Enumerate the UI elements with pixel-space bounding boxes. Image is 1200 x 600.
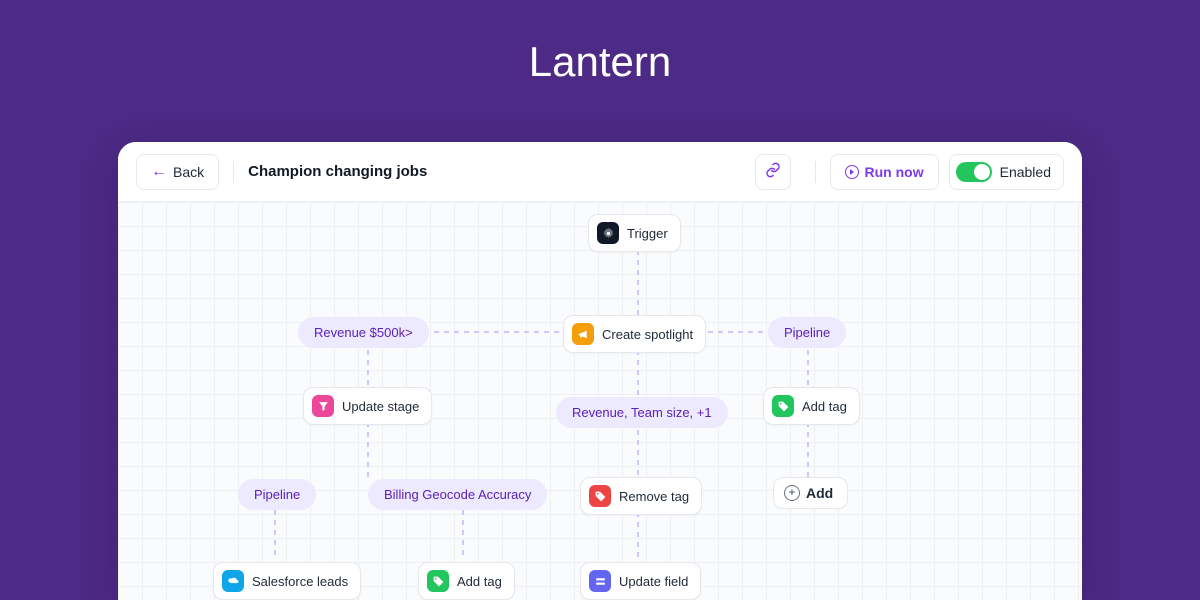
- add-label: Add: [806, 485, 833, 501]
- node-add-tag[interactable]: Add tag: [763, 387, 860, 425]
- workflow-title: Champion changing jobs: [248, 163, 427, 180]
- node-update-stage[interactable]: Update stage: [303, 387, 432, 425]
- node-salesforce-leads[interactable]: Salesforce leads: [213, 562, 361, 600]
- tag-plus-icon: [772, 395, 794, 417]
- node-trigger[interactable]: Trigger: [588, 214, 681, 252]
- salesforce-icon: [222, 570, 244, 592]
- plus-circle-icon: +: [784, 485, 800, 501]
- node-label: Salesforce leads: [252, 574, 348, 589]
- run-label: Run now: [865, 164, 924, 180]
- node-label: Create spotlight: [602, 327, 693, 342]
- gear-icon: [597, 222, 619, 244]
- divider: [233, 161, 234, 183]
- pill-billing[interactable]: Billing Geocode Accuracy: [368, 479, 547, 510]
- pill-pipeline-2[interactable]: Pipeline: [238, 479, 316, 510]
- field-icon: [589, 570, 611, 592]
- back-button[interactable]: ← Back: [136, 154, 219, 190]
- pill-revenue-team[interactable]: Revenue, Team size, +1: [556, 397, 728, 428]
- tag-minus-icon: [589, 485, 611, 507]
- pill-revenue-500k[interactable]: Revenue $500k>: [298, 317, 429, 348]
- filter-icon: [312, 395, 334, 417]
- link-button[interactable]: [755, 154, 791, 190]
- run-now-button[interactable]: Run now: [830, 154, 939, 190]
- node-label: Add tag: [457, 574, 502, 589]
- app-window: ← Back Champion changing jobs Run now En…: [118, 142, 1082, 600]
- tag-plus-icon: [427, 570, 449, 592]
- arrow-left-icon: ←: [151, 164, 167, 180]
- megaphone-icon: [572, 323, 594, 345]
- enabled-toggle-wrap: Enabled: [949, 154, 1064, 190]
- node-label: Update field: [619, 574, 688, 589]
- node-remove-tag[interactable]: Remove tag: [580, 477, 702, 515]
- node-label: Add tag: [802, 399, 847, 414]
- add-node-button[interactable]: + Add: [773, 477, 848, 509]
- divider: [815, 161, 816, 183]
- workflow-canvas[interactable]: Trigger Revenue $500k> Create spotlight …: [118, 202, 1082, 600]
- back-label: Back: [173, 164, 204, 180]
- node-create-spotlight[interactable]: Create spotlight: [563, 315, 706, 353]
- node-add-tag-2[interactable]: Add tag: [418, 562, 515, 600]
- link-icon: [765, 162, 781, 181]
- enabled-toggle[interactable]: [956, 162, 992, 182]
- node-label: Remove tag: [619, 489, 689, 504]
- pill-pipeline[interactable]: Pipeline: [768, 317, 846, 348]
- node-label: Update stage: [342, 399, 419, 414]
- play-icon: [845, 165, 859, 179]
- enabled-label: Enabled: [1000, 164, 1051, 180]
- node-update-field[interactable]: Update field: [580, 562, 701, 600]
- node-label: Trigger: [627, 226, 668, 241]
- hero-title: Lantern: [0, 0, 1200, 86]
- toolbar: ← Back Champion changing jobs Run now En…: [118, 142, 1082, 202]
